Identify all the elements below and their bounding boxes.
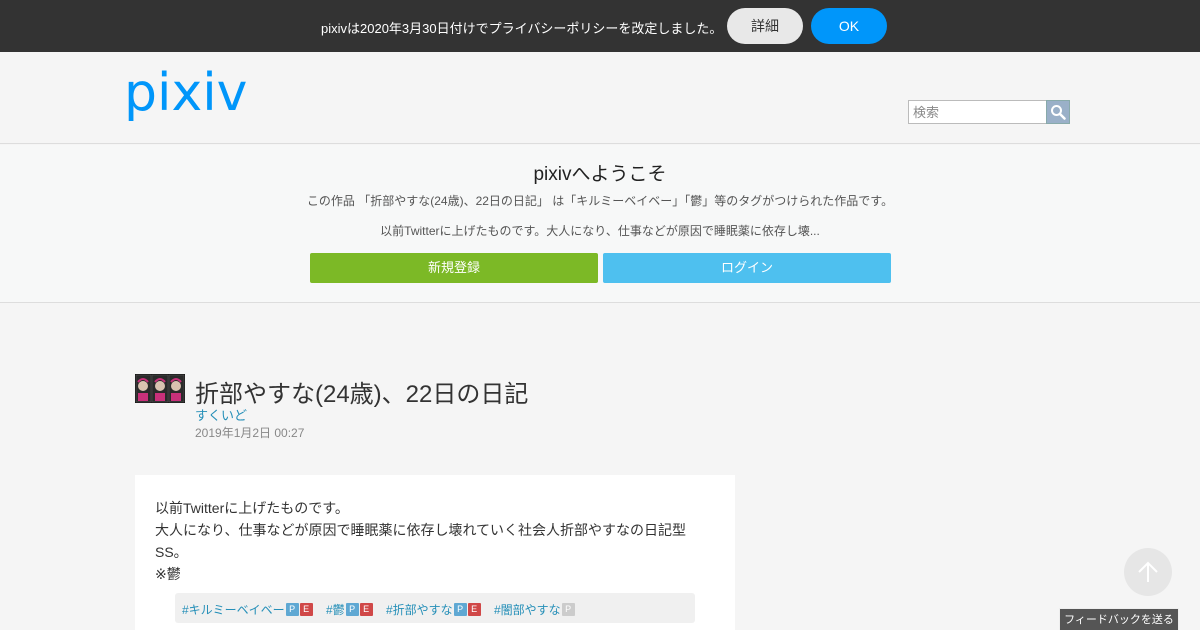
welcome-description: この作品 「折部やすな(24歳)、22日の日記」 は「キルミーベイベー」「鬱」等… bbox=[306, 194, 894, 208]
login-button[interactable]: ログイン bbox=[603, 253, 891, 283]
tag-item[interactable]: #折部やすな P E bbox=[386, 601, 481, 618]
caption-card: 以前Twitterに上げたものです。 大人になり、仕事などが原因で睡眠薬に依存し… bbox=[135, 475, 735, 630]
encyclopedia-icon[interactable]: E bbox=[299, 603, 313, 616]
pixpedia-icon[interactable]: P bbox=[345, 603, 359, 616]
search-icon bbox=[1051, 105, 1066, 120]
work-date: 2019年1月2日 00:27 bbox=[195, 426, 305, 440]
pixpedia-icon[interactable]: P bbox=[285, 603, 299, 616]
work-author-link[interactable]: すくいど bbox=[195, 405, 247, 424]
pixpedia-icon[interactable]: P bbox=[453, 603, 467, 616]
tag-label: #折部やすな bbox=[386, 603, 453, 617]
feedback-button[interactable]: フィードバックを送る bbox=[1059, 608, 1179, 630]
pixpedia-icon[interactable]: P bbox=[561, 603, 575, 616]
author-avatar[interactable] bbox=[135, 374, 185, 403]
privacy-notice-text: pixivは2020年3月30日付けでプライバシーポリシーを改定しました。 bbox=[321, 21, 723, 36]
tag-label: #鬱 bbox=[326, 603, 345, 617]
tag-label: #闇部やすな bbox=[494, 603, 561, 617]
tag-label: #キルミーベイベー bbox=[182, 603, 285, 617]
notice-detail-button[interactable]: 詳細 bbox=[727, 8, 803, 44]
search-button[interactable] bbox=[1046, 100, 1070, 124]
work-title: 折部やすな(24歳)、22日の日記 bbox=[195, 381, 529, 408]
tag-item[interactable]: #鬱 P E bbox=[326, 601, 373, 618]
welcome-panel: pixivへようこそ この作品 「折部やすな(24歳)、22日の日記」 は「キル… bbox=[0, 145, 1200, 303]
avatar-image bbox=[135, 374, 185, 403]
pixiv-logo[interactable]: pixiv bbox=[124, 63, 254, 128]
encyclopedia-icon[interactable]: E bbox=[467, 603, 481, 616]
privacy-notice-bar: pixivは2020年3月30日付けでプライバシーポリシーを改定しました。 詳細… bbox=[0, 0, 1200, 52]
encyclopedia-icon[interactable]: E bbox=[359, 603, 373, 616]
caption-line: 以前Twitterに上げたものです。 bbox=[155, 500, 349, 516]
caption-line: 大人になり、仕事などが原因で睡眠薬に依存し壊れていく社会人折部やすなの日記型 bbox=[155, 522, 687, 538]
caption-line: SS。 bbox=[155, 544, 188, 560]
search-input[interactable] bbox=[908, 100, 1047, 124]
welcome-excerpt: 以前Twitterに上げたものです。大人になり、仕事などが原因で睡眠薬に依存し壊… bbox=[380, 224, 820, 238]
welcome-title: pixivへようこそ bbox=[533, 164, 667, 185]
tag-list: #キルミーベイベー P E #鬱 P E #折部やすな P E #闇部やすな P bbox=[175, 593, 695, 623]
notice-ok-button[interactable]: OK bbox=[811, 8, 887, 44]
register-button[interactable]: 新規登録 bbox=[310, 253, 598, 283]
tag-item[interactable]: #キルミーベイベー P E bbox=[182, 601, 313, 618]
caption-line: ※鬱 bbox=[155, 566, 181, 582]
tag-item[interactable]: #闇部やすな P bbox=[494, 601, 575, 618]
arrow-up-icon bbox=[1138, 561, 1158, 582]
search-box bbox=[908, 100, 1070, 124]
logo-text: pixiv bbox=[124, 68, 247, 123]
scroll-top-button[interactable] bbox=[1124, 548, 1172, 596]
site-header: pixiv bbox=[0, 52, 1200, 144]
